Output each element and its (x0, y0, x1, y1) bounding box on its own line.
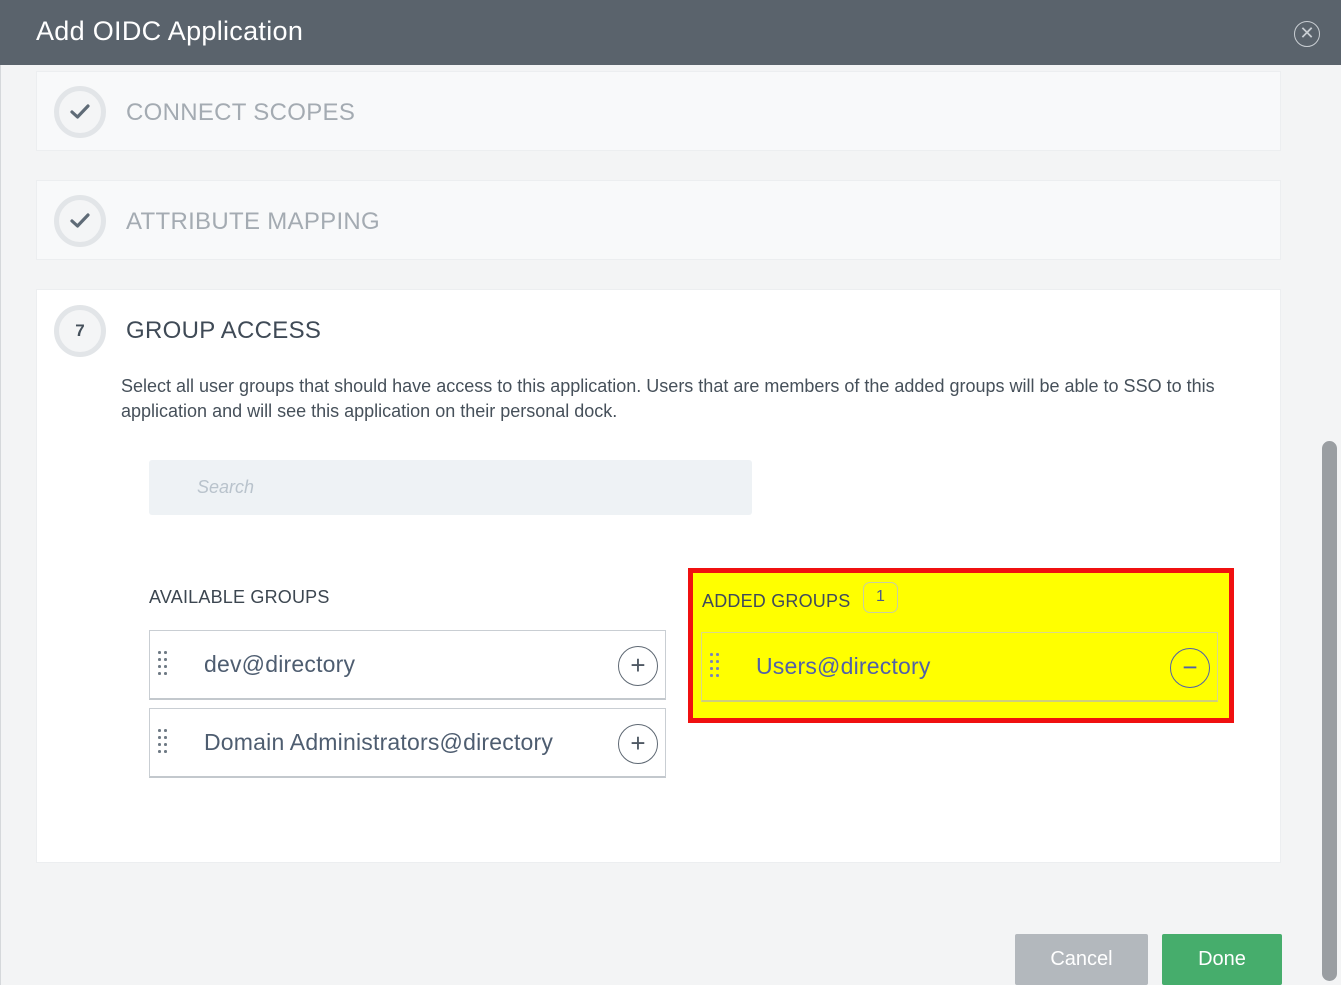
add-group-button[interactable]: + (618, 646, 658, 686)
dialog-title: Add OIDC Application (36, 16, 304, 46)
checkmark-icon (54, 86, 106, 138)
checkmark-icon (54, 195, 106, 247)
group-name: Domain Administrators@directory (204, 729, 554, 755)
group-name: dev@directory (204, 651, 356, 677)
added-group-row[interactable]: Users@directory − (701, 632, 1218, 702)
step-title-connect-scopes: CONNECT SCOPES (126, 99, 356, 126)
group-name: Users@directory (756, 653, 931, 679)
added-groups-count-badge: 1 (863, 582, 898, 613)
scrollbar-thumb[interactable] (1322, 441, 1337, 981)
search-input[interactable] (149, 460, 752, 515)
cancel-button[interactable]: Cancel (1015, 934, 1148, 985)
group-access-description: Select all user groups that should have … (121, 376, 1215, 421)
drag-handle-icon[interactable] (158, 729, 168, 753)
dialog-header: Add OIDC Application ✕ (0, 0, 1341, 65)
drag-handle-icon[interactable] (158, 651, 168, 675)
added-groups-highlight: ADDED GROUPS 1 Users@directory − (688, 568, 1234, 723)
remove-group-button[interactable]: − (1170, 648, 1210, 688)
step-title-group-access: GROUP ACCESS (126, 317, 322, 344)
step-title-attribute-mapping: ATTRIBUTE MAPPING (126, 208, 381, 235)
added-groups-label: ADDED GROUPS (702, 591, 851, 611)
available-groups-label: AVAILABLE GROUPS (149, 587, 330, 607)
step-number-badge: 7 (54, 305, 106, 357)
step-attribute-mapping[interactable]: ATTRIBUTE MAPPING (36, 180, 1281, 260)
done-button[interactable]: Done (1162, 934, 1282, 985)
close-icon[interactable]: ✕ (1294, 21, 1320, 47)
drag-handle-icon[interactable] (710, 653, 720, 677)
add-group-button[interactable]: + (618, 724, 658, 764)
step-number: 7 (75, 321, 85, 340)
dialog-left-edge (0, 65, 1, 985)
step-group-access: 7 GROUP ACCESS Select all user groups th… (36, 289, 1281, 863)
step-connect-scopes[interactable]: CONNECT SCOPES (36, 71, 1281, 151)
available-group-row[interactable]: dev@directory + (149, 630, 666, 700)
available-group-row[interactable]: Domain Administrators@directory + (149, 708, 666, 778)
